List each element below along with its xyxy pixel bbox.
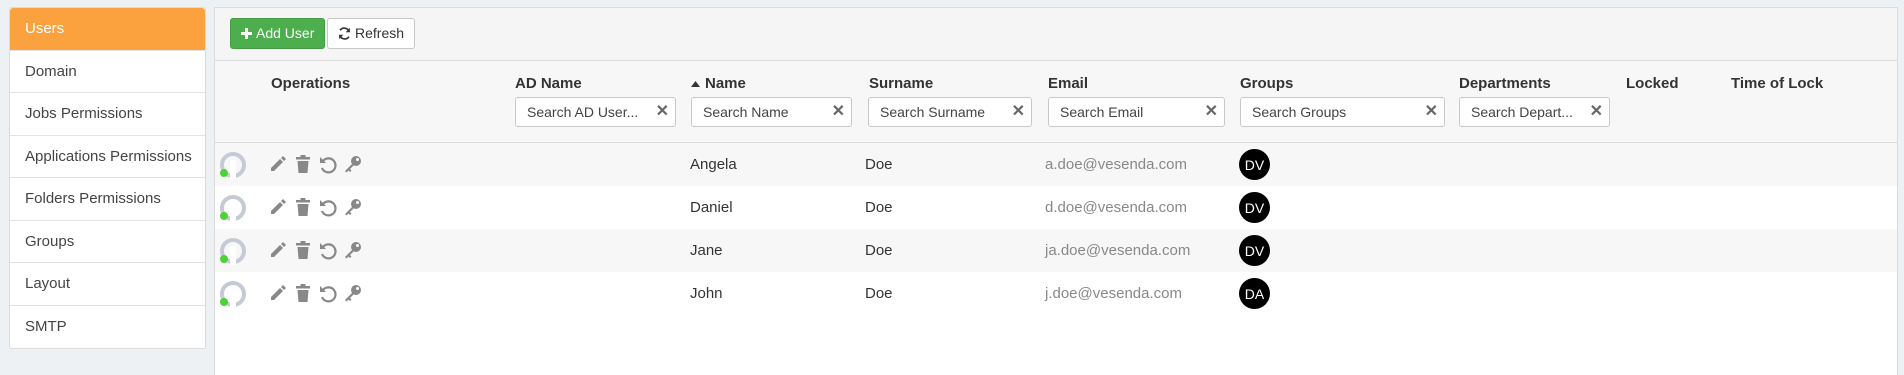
column-email[interactable]: Email [1048, 75, 1088, 92]
pencil-icon[interactable] [268, 197, 288, 217]
refresh-label: Refresh [355, 25, 405, 41]
column-ad-name[interactable]: AD Name [515, 75, 582, 92]
undo-icon[interactable] [318, 154, 338, 174]
user-avatar-icon [220, 195, 246, 222]
row-operations [268, 240, 363, 260]
row-operations [268, 154, 363, 174]
undo-icon[interactable] [318, 240, 338, 260]
column-name[interactable]: Name [691, 75, 746, 92]
group-badge[interactable]: DV [1239, 235, 1270, 266]
table-row: Angela Doe a.doe@vesenda.com DV [215, 143, 1897, 186]
row-operations [268, 283, 363, 303]
table-row: Daniel Doe d.doe@vesenda.com DV [215, 186, 1897, 229]
plus-icon [241, 28, 252, 39]
pencil-icon[interactable] [268, 240, 288, 260]
refresh-button[interactable]: Refresh [327, 18, 416, 49]
name-cell: John [690, 285, 723, 302]
name-cell: Angela [690, 156, 737, 173]
email-cell: j.doe@vesenda.com [1045, 285, 1182, 302]
ad-name-search-input[interactable] [527, 104, 656, 120]
column-surname[interactable]: Surname [869, 75, 933, 92]
key-icon[interactable] [343, 197, 363, 217]
refresh-icon [339, 27, 350, 40]
user-avatar-icon [220, 281, 246, 308]
surname-cell: Doe [865, 199, 893, 216]
departments-search-input[interactable] [1471, 104, 1590, 120]
name-cell: Jane [690, 242, 723, 259]
groups-filter: ✕ [1240, 97, 1445, 127]
column-operations: Operations [271, 75, 351, 92]
row-operations [268, 197, 363, 217]
email-search-input[interactable] [1060, 104, 1205, 120]
column-locked[interactable]: Locked [1626, 75, 1679, 92]
key-icon[interactable] [343, 240, 363, 260]
name-filter: ✕ [691, 97, 852, 127]
column-groups[interactable]: Groups [1240, 75, 1293, 92]
surname-cell: Doe [865, 242, 893, 259]
table-row: Jane Doe ja.doe@vesenda.com DV [215, 229, 1897, 272]
pencil-icon[interactable] [268, 283, 288, 303]
email-cell: ja.doe@vesenda.com [1045, 242, 1191, 259]
ad-name-filter: ✕ [515, 97, 676, 127]
trash-icon[interactable] [293, 283, 313, 303]
toolbar: Add User Refresh [215, 8, 1897, 61]
departments-filter: ✕ [1459, 97, 1610, 127]
pencil-icon[interactable] [268, 154, 288, 174]
surname-cell: Doe [865, 285, 893, 302]
sort-asc-icon [691, 80, 700, 87]
key-icon[interactable] [343, 283, 363, 303]
table-header: Operations AD Name Name Surname Email Gr… [215, 61, 1897, 143]
clear-groups-filter-icon[interactable]: ✕ [1425, 104, 1438, 120]
email-cell: d.doe@vesenda.com [1045, 199, 1187, 216]
user-avatar-icon [220, 152, 246, 179]
column-departments[interactable]: Departments [1459, 75, 1551, 92]
sidebar-item-layout[interactable]: Layout [10, 263, 205, 306]
name-cell: Daniel [690, 199, 733, 216]
email-cell: a.doe@vesenda.com [1045, 156, 1187, 173]
column-time-of-lock[interactable]: Time of Lock [1731, 75, 1823, 92]
users-panel: Add User Refresh Operations AD Name Name… [214, 7, 1898, 375]
clear-email-filter-icon[interactable]: ✕ [1205, 104, 1218, 120]
users-table-body: Angela Doe a.doe@vesenda.com DV Daniel D… [215, 143, 1897, 315]
clear-ad-name-filter-icon[interactable]: ✕ [656, 104, 669, 120]
add-user-button[interactable]: Add User [230, 18, 326, 49]
sidebar-item-smtp[interactable]: SMTP [10, 306, 205, 349]
groups-search-input[interactable] [1252, 104, 1425, 120]
surname-cell: Doe [865, 156, 893, 173]
sidebar-item-groups[interactable]: Groups [10, 221, 205, 263]
sidebar-item-jobs-permissions[interactable]: Jobs Permissions [10, 93, 205, 136]
table-row: John Doe j.doe@vesenda.com DA [215, 272, 1897, 315]
surname-search-input[interactable] [880, 104, 1012, 120]
settings-sidebar: Users Domain Jobs Permissions Applicatio… [9, 7, 206, 349]
sidebar-item-domain[interactable]: Domain [10, 51, 205, 93]
group-badge[interactable]: DV [1239, 149, 1270, 180]
user-avatar-icon [220, 238, 246, 265]
undo-icon[interactable] [318, 197, 338, 217]
undo-icon[interactable] [318, 283, 338, 303]
sidebar-item-folders-permissions[interactable]: Folders Permissions [10, 178, 205, 221]
clear-surname-filter-icon[interactable]: ✕ [1012, 104, 1025, 120]
sidebar-item-applications-permissions[interactable]: Applications Permissions [10, 136, 205, 178]
trash-icon[interactable] [293, 154, 313, 174]
email-filter: ✕ [1048, 97, 1225, 127]
trash-icon[interactable] [293, 240, 313, 260]
surname-filter: ✕ [868, 97, 1032, 127]
sidebar-item-users[interactable]: Users [10, 8, 205, 51]
trash-icon[interactable] [293, 197, 313, 217]
key-icon[interactable] [343, 154, 363, 174]
group-badge[interactable]: DV [1239, 192, 1270, 223]
group-badge[interactable]: DA [1239, 278, 1270, 309]
column-name-label: Name [705, 75, 746, 92]
clear-departments-filter-icon[interactable]: ✕ [1590, 104, 1603, 120]
add-user-label: Add User [256, 25, 315, 41]
name-search-input[interactable] [703, 104, 832, 120]
clear-name-filter-icon[interactable]: ✕ [832, 104, 845, 120]
